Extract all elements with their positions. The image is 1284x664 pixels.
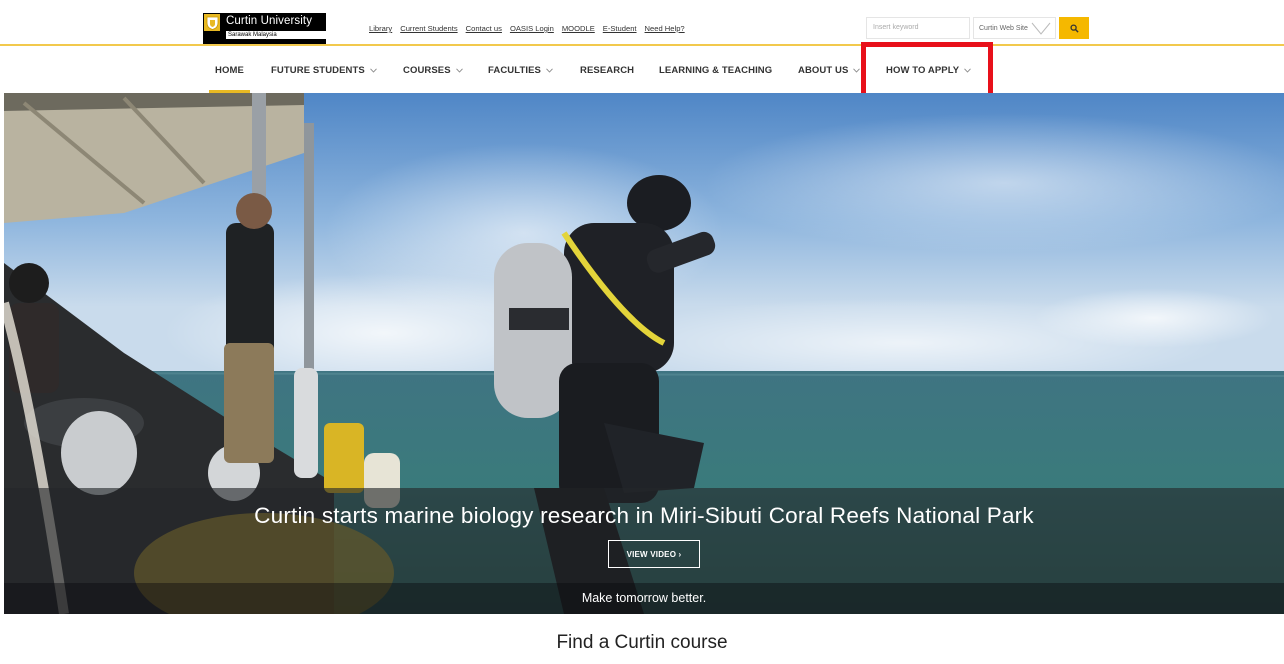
- chevron-down-icon: [853, 68, 861, 73]
- nav-label: LEARNING & TEACHING: [659, 65, 773, 76]
- chevron-down-icon: [1031, 22, 1051, 35]
- hero-banner[interactable]: Curtin starts marine biology research in…: [4, 93, 1284, 614]
- link-e-student[interactable]: E-Student: [603, 24, 637, 33]
- nav-faculties[interactable]: FACULTIES: [488, 48, 553, 93]
- nav-how-to-apply[interactable]: HOW TO APPLY: [886, 48, 972, 93]
- brand-name: Curtin University: [226, 15, 313, 27]
- nav-about-us[interactable]: ABOUT US: [798, 48, 861, 93]
- search-scope-value: Curtin Web Site: [979, 24, 1028, 32]
- link-current-students[interactable]: Current Students: [400, 24, 457, 33]
- link-oasis-login[interactable]: OASIS Login: [510, 24, 554, 33]
- curtin-logo[interactable]: Curtin University Sarawak Malaysia: [203, 13, 326, 44]
- chevron-down-icon: [455, 68, 463, 73]
- search-input[interactable]: Insert keyword: [866, 17, 970, 39]
- hero-tagline: Make tomorrow better.: [581, 591, 707, 605]
- nav-learning-teaching[interactable]: LEARNING & TEACHING: [659, 48, 772, 93]
- chevron-down-icon: [370, 68, 377, 73]
- link-need-help[interactable]: Need Help?: [645, 24, 685, 33]
- find-course-heading: Find a Curtin course: [556, 632, 728, 653]
- chevron-down-icon: [546, 68, 553, 73]
- search-button[interactable]: [1059, 17, 1089, 39]
- link-moodle[interactable]: MOODLE: [562, 24, 595, 33]
- nav-courses[interactable]: COURSES: [403, 48, 463, 93]
- nav-label: FACULTIES: [488, 65, 541, 76]
- utility-links: Library Current Students Contact us OASI…: [369, 24, 693, 33]
- nav-research[interactable]: RESEARCH: [580, 48, 634, 93]
- view-video-button[interactable]: VIEW VIDEO ›: [608, 540, 700, 568]
- nav-label: FUTURE STUDENTS: [271, 65, 365, 76]
- top-utility-bar: Curtin University Sarawak Malaysia Libra…: [0, 0, 1284, 46]
- search-scope-select[interactable]: Curtin Web Site: [973, 17, 1056, 39]
- nav-future-students[interactable]: FUTURE STUDENTS: [271, 48, 377, 93]
- nav-label: HOME: [215, 65, 244, 76]
- nav-label: HOW TO APPLY: [886, 65, 960, 76]
- chevron-down-icon: [964, 68, 972, 73]
- nav-label: COURSES: [403, 65, 451, 76]
- link-contact-us[interactable]: Contact us: [466, 24, 502, 33]
- search-icon: [1069, 23, 1079, 33]
- brand-campus: Sarawak Malaysia: [226, 31, 326, 39]
- nav-label: ABOUT US: [798, 65, 849, 76]
- nav-home[interactable]: HOME: [209, 48, 250, 93]
- nav-label: RESEARCH: [580, 65, 635, 76]
- crest-icon: [204, 14, 220, 31]
- hero-title: Curtin starts marine biology research in…: [254, 503, 1034, 528]
- main-navigation: HOME FUTURE STUDENTS COURSES FACULTIES R…: [0, 48, 1284, 93]
- link-library[interactable]: Library: [369, 24, 392, 33]
